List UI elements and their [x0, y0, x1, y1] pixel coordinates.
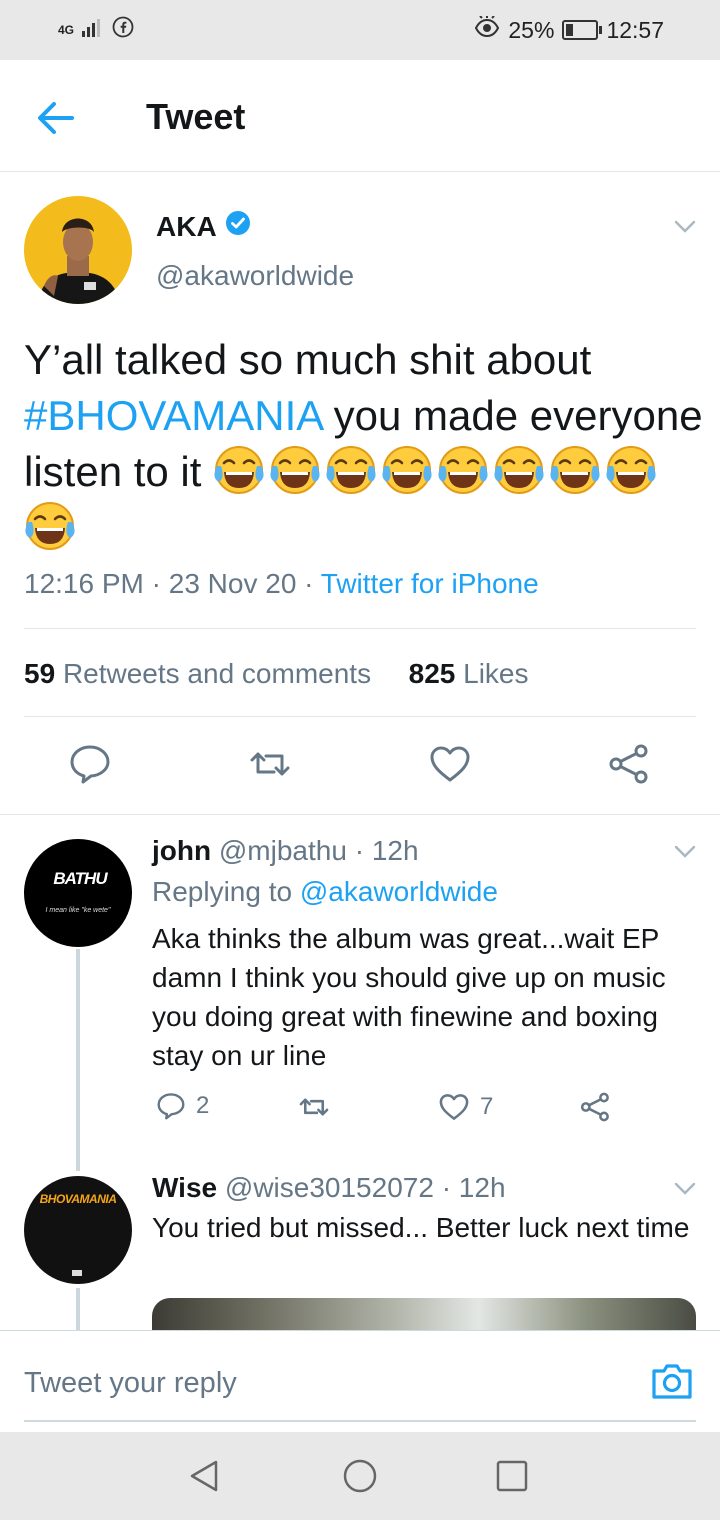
likes-stat[interactable]: 825 Likes	[409, 658, 529, 689]
battery-icon	[562, 20, 603, 40]
tweet-source-link[interactable]: Twitter for iPhone	[321, 568, 539, 599]
comment-icon[interactable]	[68, 742, 112, 786]
reply-input[interactable]: Tweet your reply	[24, 1367, 237, 1400]
reply-like-count: 7	[480, 1093, 494, 1120]
laughing-tears-emoji-icon	[437, 444, 489, 496]
chevron-down-icon[interactable]	[674, 1182, 696, 1196]
laughing-tears-emoji-icon	[381, 444, 433, 496]
chevron-down-icon[interactable]	[674, 845, 696, 859]
likes-label: Likes	[463, 658, 529, 689]
retweets-stat[interactable]: 59 Retweets and comments	[24, 658, 371, 689]
status-right: 25% 12:57	[474, 15, 664, 44]
tweet-text-before: Y’all talked so much shit about	[24, 336, 592, 383]
network-label: 4G	[58, 23, 75, 37]
tweet-time: 12:16 PM	[24, 568, 144, 599]
app-header: Tweet	[0, 60, 720, 172]
signal-icon	[82, 17, 104, 43]
reply-header: Wise @wise30152072 · 12h	[152, 1172, 506, 1204]
share-icon	[580, 1092, 609, 1122]
reply-avatar-text: BATHU	[53, 869, 107, 888]
battery-percent: 25%	[508, 16, 555, 43]
reply-composer: Tweet your reply	[0, 1330, 720, 1433]
clock: 12:57	[606, 16, 664, 43]
like-heart-icon	[439, 1094, 469, 1120]
reply-text: Aka thinks the album was great...wait EP…	[152, 923, 666, 1071]
reply-retweet-action[interactable]	[298, 1091, 330, 1123]
meta-dot: ·	[441, 1172, 452, 1203]
retweet-icon[interactable]	[248, 742, 292, 786]
nav-home-icon[interactable]	[342, 1458, 378, 1494]
reply-avatar[interactable]: BHOVAMANIA	[24, 1176, 132, 1284]
laughing-tears-emoji-icon	[493, 444, 545, 496]
system-nav-bar	[0, 1432, 720, 1520]
thread-line	[76, 949, 80, 1171]
laughing-tears-emoji-icon	[213, 444, 265, 496]
comment-icon	[157, 1093, 185, 1120]
reply-text: You tried but missed... Better luck next…	[152, 1212, 690, 1243]
author-avatar[interactable]	[24, 196, 132, 304]
reply-avatar[interactable]: BATHU I mean like "ke wete"	[24, 839, 132, 947]
retweet-icon	[299, 1098, 329, 1116]
replying-to-line: Replying to @akaworldwide	[152, 876, 498, 908]
replying-label: Replying to	[152, 876, 293, 907]
status-bar: 4G 25% 12:57	[0, 0, 720, 60]
reply-comment-count: 2	[196, 1092, 210, 1119]
tweet-meta: 12:16 PM · 23 Nov 20 · Twitter for iPhon…	[24, 568, 539, 600]
nav-back-icon[interactable]	[186, 1458, 222, 1494]
laughing-tears-emoji-icon	[269, 444, 321, 496]
like-heart-icon[interactable]	[428, 742, 472, 786]
reply-author-name[interactable]: Wise	[152, 1172, 217, 1203]
share-icon[interactable]	[608, 742, 652, 786]
meta-dot: ·	[304, 568, 321, 599]
reply-age: 12h	[458, 1172, 506, 1203]
eye-icon	[474, 15, 500, 44]
chevron-down-icon[interactable]	[674, 220, 696, 234]
author-handle[interactable]: @akaworldwide	[156, 260, 354, 292]
likes-count: 825	[408, 658, 456, 689]
nav-recents-icon[interactable]	[494, 1458, 530, 1494]
meta-dot: ·	[151, 568, 169, 599]
reply-author-handle[interactable]: @mjbathu	[219, 835, 347, 866]
author-name[interactable]: AKA	[156, 210, 251, 243]
battery-fill	[566, 24, 574, 36]
thread-line	[76, 1288, 80, 1332]
hashtag-link[interactable]: #BHOVAMANIA	[24, 392, 322, 439]
tweet-date: 23 Nov 20	[168, 568, 297, 599]
tweet-text: Y’all talked so much shit about #BHOVAMA…	[24, 332, 704, 556]
input-underline	[24, 1420, 696, 1422]
tweet-actions	[0, 742, 720, 812]
reply-comment-action[interactable]: 2	[156, 1091, 209, 1121]
camera-icon[interactable]	[650, 1361, 694, 1401]
retweets-label: Retweets and comments	[62, 658, 372, 689]
reply-age: 12h	[371, 835, 419, 866]
retweets-count: 59	[24, 658, 56, 689]
back-arrow-icon[interactable]	[36, 98, 76, 138]
replying-to-link[interactable]: @akaworldwide	[300, 876, 498, 907]
reply-avatar-subtext: I mean like "ke wete"	[45, 907, 111, 914]
page-title: Tweet	[146, 96, 246, 137]
divider	[24, 628, 696, 629]
reply-header: john @mjbathu · 12h	[152, 835, 419, 867]
section-divider	[0, 814, 720, 815]
laughing-tears-emoji-icon	[325, 444, 377, 496]
reply-actions: 2 7	[152, 1091, 672, 1131]
author-name-text[interactable]: AKA	[156, 211, 217, 243]
divider	[24, 716, 696, 717]
reply-avatar-text: BHOVAMANIA	[39, 1192, 117, 1206]
meta-dot: ·	[354, 835, 365, 866]
laughing-tears-emoji-icon	[605, 444, 657, 496]
laughing-tears-emoji-icon	[24, 500, 76, 552]
reply-author-handle[interactable]: @wise30152072	[225, 1172, 434, 1203]
reply-share-action[interactable]	[580, 1091, 612, 1123]
reply-like-action[interactable]: 7	[438, 1091, 493, 1123]
advisory-label	[72, 1270, 82, 1276]
laughing-tears-emoji-icon	[549, 444, 601, 496]
facebook-icon	[112, 16, 134, 44]
tweet-stats: 59 Retweets and comments 825 Likes	[24, 658, 529, 690]
verified-badge-icon	[225, 210, 251, 243]
status-left: 4G	[58, 16, 134, 44]
reply-author-name[interactable]: john	[152, 835, 211, 866]
